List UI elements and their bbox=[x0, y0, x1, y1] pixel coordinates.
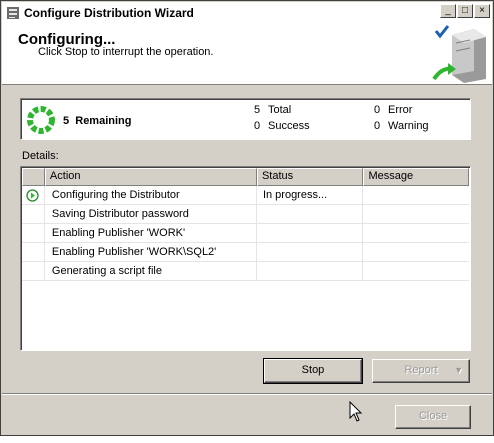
total-label: Total bbox=[268, 104, 292, 116]
status-cell bbox=[257, 243, 364, 262]
warning-label: Warning bbox=[388, 120, 429, 132]
remaining-number: 5 bbox=[63, 115, 70, 127]
table-row[interactable]: Enabling Publisher 'WORK' bbox=[22, 224, 469, 243]
column-header-message[interactable]: Message bbox=[363, 168, 470, 186]
status-cell: In progress... bbox=[257, 186, 364, 205]
warning-stat: 0 Warning bbox=[374, 120, 429, 132]
progress-spinner-icon bbox=[27, 106, 55, 134]
action-cell: Enabling Publisher 'WORK\SQL2' bbox=[45, 243, 257, 262]
minimize-button[interactable]: _ bbox=[440, 4, 456, 18]
report-button-label: Report bbox=[404, 364, 438, 376]
message-cell bbox=[363, 224, 469, 243]
in-progress-arrow-icon bbox=[26, 189, 40, 202]
grid-rows: Configuring the Distributor In progress.… bbox=[22, 186, 469, 281]
message-cell bbox=[363, 243, 469, 262]
wizard-header: Configuring... Click Stop to interrupt t… bbox=[2, 23, 492, 85]
grid-header: Action Status Message bbox=[22, 168, 470, 186]
action-cell: Generating a script file bbox=[45, 262, 257, 281]
server-config-icon bbox=[432, 25, 486, 83]
page-subtitle: Click Stop to interrupt the operation. bbox=[38, 46, 214, 58]
error-label: Error bbox=[388, 104, 413, 116]
error-number: 0 bbox=[374, 104, 381, 116]
window-title: Configure Distribution Wizard bbox=[24, 5, 194, 20]
status-cell bbox=[257, 262, 364, 281]
message-cell bbox=[363, 262, 469, 281]
row-status-cell bbox=[22, 243, 45, 262]
message-cell bbox=[363, 186, 469, 205]
warning-number: 0 bbox=[374, 120, 381, 132]
table-row[interactable]: Configuring the Distributor In progress.… bbox=[22, 186, 469, 205]
footer-divider bbox=[2, 393, 492, 395]
status-cell bbox=[257, 205, 364, 224]
close-button[interactable]: Close bbox=[395, 405, 471, 429]
remaining-count: 5 Remaining bbox=[63, 115, 131, 127]
remaining-label: Remaining bbox=[75, 115, 132, 127]
table-row[interactable]: Saving Distributor password bbox=[22, 205, 469, 224]
wizard-app-icon bbox=[7, 6, 19, 19]
background-window-strip bbox=[0, 436, 494, 443]
row-status-cell bbox=[22, 186, 45, 205]
close-window-button[interactable]: × bbox=[474, 4, 490, 18]
message-cell bbox=[363, 205, 469, 224]
status-cell bbox=[257, 224, 364, 243]
chevron-down-icon: ▼ bbox=[454, 365, 463, 375]
success-stat: 0 Success bbox=[254, 120, 310, 132]
stop-button[interactable]: Stop bbox=[263, 358, 363, 384]
details-grid[interactable]: Action Status Message Configuring the Di… bbox=[20, 166, 471, 351]
success-label: Success bbox=[268, 120, 310, 132]
row-status-cell bbox=[22, 205, 45, 224]
details-label: Details: bbox=[22, 150, 59, 162]
column-header-status[interactable]: Status bbox=[256, 168, 364, 186]
success-number: 0 bbox=[254, 120, 261, 132]
action-cell: Enabling Publisher 'WORK' bbox=[45, 224, 257, 243]
total-stat: 5 Total bbox=[254, 104, 291, 116]
table-row[interactable]: Enabling Publisher 'WORK\SQL2' bbox=[22, 243, 469, 262]
row-status-cell bbox=[22, 224, 45, 243]
row-status-cell bbox=[22, 262, 45, 281]
action-cell: Configuring the Distributor bbox=[45, 186, 257, 205]
column-header-action[interactable]: Action bbox=[44, 168, 257, 186]
action-cell: Saving Distributor password bbox=[45, 205, 257, 224]
maximize-button[interactable]: □ bbox=[457, 4, 473, 18]
total-number: 5 bbox=[254, 104, 261, 116]
wizard-window: Configure Distribution Wizard _ □ × Conf… bbox=[0, 0, 494, 436]
progress-summary-panel: 5 Remaining 5 Total 0 Success 0 Error 0 Warn… bbox=[20, 98, 471, 140]
table-row[interactable]: Generating a script file bbox=[22, 262, 469, 281]
column-header-status-icon[interactable] bbox=[22, 168, 45, 186]
mouse-pointer-icon bbox=[349, 401, 363, 422]
title-bar[interactable]: Configure Distribution Wizard _ □ × bbox=[2, 2, 492, 23]
error-stat: 0 Error bbox=[374, 104, 412, 116]
report-button[interactable]: Report ▼ bbox=[372, 359, 470, 383]
